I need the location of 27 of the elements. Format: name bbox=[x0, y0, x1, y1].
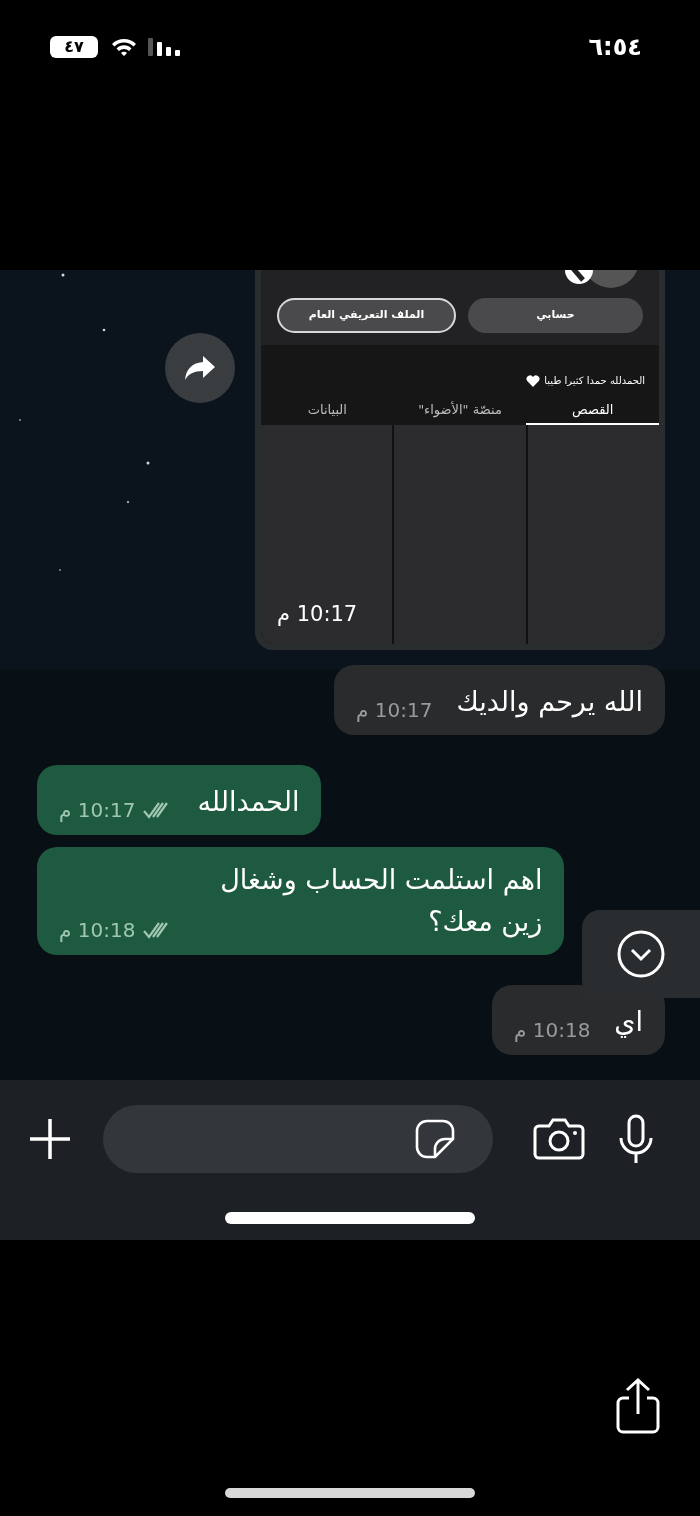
battery-indicator: ٤٧ bbox=[50, 36, 98, 58]
plus-icon[interactable] bbox=[28, 1117, 72, 1161]
scroll-down-button[interactable] bbox=[582, 910, 700, 998]
message-text: الحمدالله bbox=[197, 785, 300, 819]
chevron-down-icon bbox=[616, 929, 666, 979]
camera-icon[interactable] bbox=[533, 1118, 585, 1160]
microphone-icon[interactable] bbox=[617, 1114, 655, 1164]
message-time: 10:17 م bbox=[59, 797, 136, 824]
message-time: 10:17 م bbox=[356, 697, 433, 724]
profile-button[interactable]: حسابي bbox=[468, 298, 643, 333]
message-text: الله يرحم والديك bbox=[456, 685, 643, 720]
clock: ٦:٥٤ bbox=[588, 32, 642, 63]
forward-icon bbox=[183, 354, 217, 382]
wifi-icon bbox=[110, 36, 138, 58]
message-time: 10:18 م bbox=[59, 917, 136, 944]
message-time: 10:17 م bbox=[277, 600, 358, 628]
bio-text: الحمدلله حمدا كثيرا طيبا bbox=[544, 374, 645, 388]
message-text: اي bbox=[614, 1005, 643, 1040]
message-text: اهم استلمت الحساب وشغال زين معك؟ bbox=[219, 863, 543, 940]
signal-icon bbox=[148, 36, 180, 58]
message-time: 10:18 م bbox=[513, 1017, 591, 1044]
profile-tab[interactable]: البيانات bbox=[261, 400, 394, 425]
heart-icon bbox=[526, 374, 541, 387]
profile-tab[interactable]: منصّة "الأضواء" bbox=[393, 400, 527, 425]
sticker-icon[interactable] bbox=[415, 1119, 455, 1159]
share-icon[interactable] bbox=[615, 1378, 661, 1434]
profile-button[interactable]: الملف التعريفي العام bbox=[277, 298, 456, 333]
